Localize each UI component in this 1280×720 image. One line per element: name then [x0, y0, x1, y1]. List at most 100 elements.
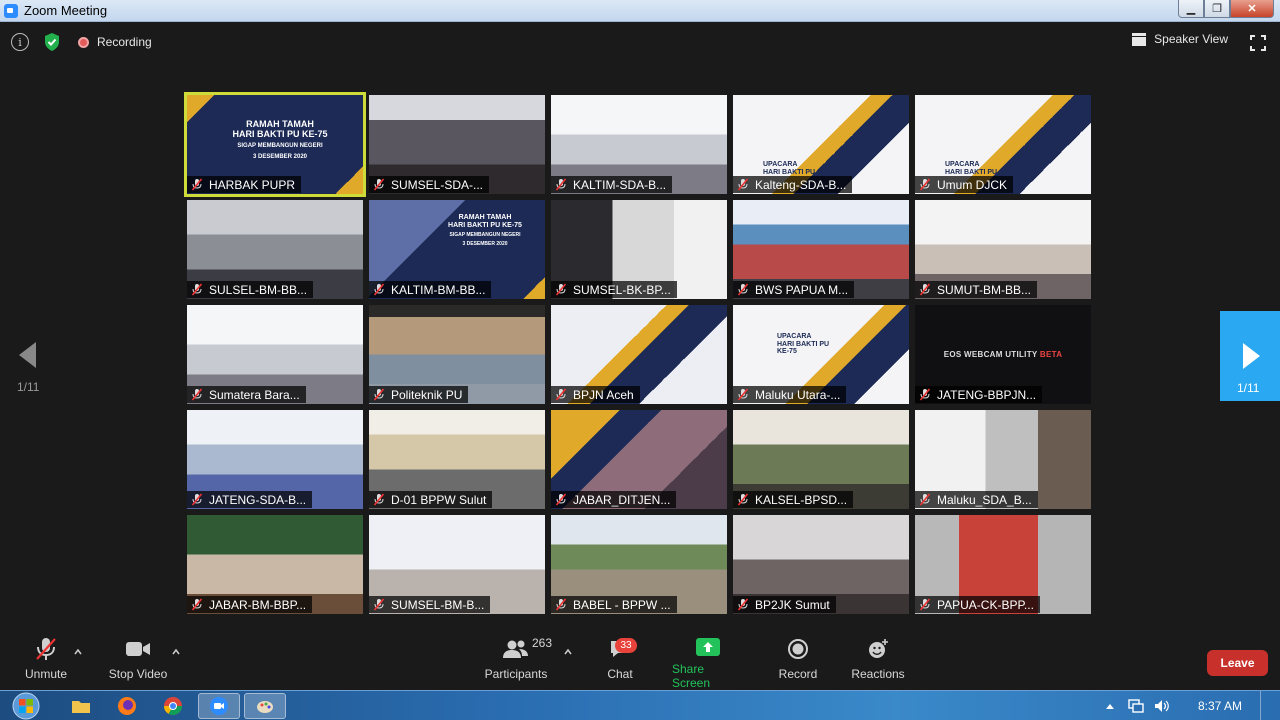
participant-name: SUMSEL-BM-B... — [391, 597, 485, 612]
participant-tile[interactable]: SUMSEL-SDA-... — [369, 95, 545, 194]
participant-tile[interactable]: BP2JK Sumut — [733, 515, 909, 614]
taskbar-firefox[interactable] — [106, 693, 148, 719]
record-button[interactable]: Record — [776, 634, 820, 690]
participant-mic-muted-icon — [555, 493, 567, 506]
participant-name: HARBAK PUPR — [209, 177, 296, 192]
volume-icon[interactable] — [1154, 699, 1170, 713]
participant-name: BWS PAPUA M... — [755, 282, 849, 297]
show-desktop-button[interactable] — [1260, 691, 1270, 720]
participant-tile[interactable]: BWS PAPUA M... — [733, 200, 909, 299]
record-icon — [788, 639, 808, 659]
participant-tile[interactable]: D-01 BPPW Sulut — [369, 410, 545, 509]
participant-tile[interactable]: JATENG-SDA-B... — [187, 410, 363, 509]
participant-name: KALSEL-BPSD... — [755, 492, 848, 507]
participants-options-chevron-up-icon[interactable] — [564, 648, 572, 656]
participant-name: BPJN Aceh — [573, 387, 634, 402]
meeting-toolbar: Unmute Stop Video 263 Participants 33 Ch… — [0, 634, 1280, 690]
share-screen-button[interactable]: Share Screen — [672, 634, 744, 690]
fullscreen-icon[interactable] — [1250, 35, 1266, 51]
participant-name-tag: Maluku Utara-... — [733, 386, 847, 403]
participant-name: Maluku Utara-... — [755, 387, 841, 402]
participant-mic-muted-icon — [919, 178, 931, 191]
participant-tile[interactable]: JABAR-BM-BBP... — [187, 515, 363, 614]
participant-name: PAPUA-CK-BPP... — [937, 597, 1034, 612]
taskbar-file-explorer[interactable] — [60, 693, 102, 719]
chat-unread-badge: 33 — [615, 638, 637, 653]
speaker-view-icon — [1132, 32, 1147, 46]
unmute-label: Unmute — [24, 667, 68, 681]
windows-start-button-icon[interactable] — [8, 691, 44, 720]
participants-button[interactable]: 263 Participants — [482, 634, 552, 690]
participant-tile[interactable]: SUMSEL-BK-BP... — [551, 200, 727, 299]
encryption-shield-icon[interactable] — [43, 32, 61, 52]
video-options-chevron-up-icon[interactable] — [172, 648, 180, 656]
chat-button[interactable]: 33 Chat — [600, 634, 640, 690]
participant-tile[interactable]: UPACARA HARI BAKTI PU Umum DJCK — [915, 95, 1091, 194]
participant-name-tag: JATENG-BBPJN... — [915, 386, 1043, 403]
participant-name: Maluku_SDA_B... — [937, 492, 1032, 507]
taskbar-zoom[interactable] — [198, 693, 240, 719]
next-page-button[interactable]: 1/11 — [1220, 311, 1280, 401]
participant-tile[interactable]: EOS WEBCAM UTILITY BETA JATENG-BBPJN... — [915, 305, 1091, 404]
audio-options-chevron-up-icon[interactable] — [74, 648, 82, 656]
participant-name: JABAR_DITJEN... — [573, 492, 671, 507]
close-button[interactable]: ✕ — [1230, 0, 1274, 18]
participant-name-tag: JABAR_DITJEN... — [551, 491, 677, 508]
firefox-icon — [118, 697, 136, 715]
participant-tile[interactable]: Maluku_SDA_B... — [915, 410, 1091, 509]
participant-name: SULSEL-BM-BB... — [209, 282, 308, 297]
taskbar-paint[interactable] — [244, 693, 286, 719]
window-title: Zoom Meeting — [24, 3, 108, 18]
participant-tile[interactable]: SUMUT-BM-BB... — [915, 200, 1091, 299]
participants-icon — [503, 640, 528, 658]
reactions-smiley-icon — [869, 639, 888, 658]
participant-mic-muted-icon — [919, 493, 931, 506]
participant-name-tag: PAPUA-CK-BPP... — [915, 596, 1040, 613]
participant-name-tag: SULSEL-BM-BB... — [187, 281, 314, 298]
maximize-button[interactable]: ❐ — [1204, 0, 1230, 18]
participant-name-tag: SUMSEL-SDA-... — [369, 176, 490, 193]
participant-mic-muted-icon — [737, 283, 749, 296]
page-indicator-left: 1/11 — [17, 380, 40, 394]
participant-name-tag: BP2JK Sumut — [733, 596, 836, 613]
participant-name-tag: SUMUT-BM-BB... — [915, 281, 1038, 298]
chat-label: Chat — [607, 667, 633, 681]
participant-tile[interactable]: PAPUA-CK-BPP... — [915, 515, 1091, 614]
participant-name-tag: Maluku_SDA_B... — [915, 491, 1038, 508]
tray-expand-icon[interactable] — [1105, 703, 1114, 709]
participant-tile[interactable]: KALTIM-SDA-B... — [551, 95, 727, 194]
participant-tile[interactable]: Politeknik PU — [369, 305, 545, 404]
participant-tile[interactable]: RAMAH TAMAH HARI BAKTI PU KE-75 SIGAP MEMB… — [369, 200, 545, 299]
participant-tile[interactable]: UPACARA HARI BAKTI PU KE-75 Maluku Utara-..… — [733, 305, 909, 404]
participant-name: JABAR-BM-BBP... — [209, 597, 307, 612]
chrome-icon — [164, 697, 182, 716]
previous-page-button[interactable]: 1/11 — [0, 310, 58, 400]
speaker-view-button[interactable]: Speaker View — [1132, 32, 1228, 46]
stop-video-button[interactable]: Stop Video — [106, 634, 170, 690]
unmute-button[interactable]: Unmute — [20, 634, 72, 690]
slide-text: RAMAH TAMAH HARI BAKTI PU KE-75 SIGAP MEMB… — [448, 214, 522, 247]
participant-tile[interactable]: BPJN Aceh — [551, 305, 727, 404]
participant-name: Sumatera Bara... — [209, 387, 300, 402]
participant-tile[interactable]: KALSEL-BPSD... — [733, 410, 909, 509]
slide-text: UPACARA HARI BAKTI PU KE-75 — [777, 333, 830, 356]
participant-tile[interactable]: JABAR_DITJEN... — [551, 410, 727, 509]
leave-button[interactable]: Leave — [1207, 650, 1268, 676]
participant-name-tag: SUMSEL-BK-BP... — [551, 281, 677, 298]
taskbar-chrome[interactable] — [152, 693, 194, 719]
participant-tile[interactable]: RAMAH TAMAH HARI BAKTI PU KE-75 SIGAP MEMB… — [184, 92, 366, 197]
participant-name-tag: KALTIM-BM-BB... — [369, 281, 492, 298]
participants-label: Participants — [484, 667, 548, 681]
reactions-button[interactable]: Reactions — [850, 634, 906, 690]
participant-tile[interactable]: SUMSEL-BM-B... — [369, 515, 545, 614]
meeting-info-icon[interactable]: i — [11, 33, 29, 51]
minimize-button[interactable]: ▁ — [1178, 0, 1204, 18]
participant-mic-muted-icon — [373, 178, 385, 191]
participant-tile[interactable]: UPACARA HARI BAKTI PU Kalteng-SDA-B... — [733, 95, 909, 194]
participant-tile[interactable]: Sumatera Bara... — [187, 305, 363, 404]
participant-tile[interactable]: BABEL - BPPW ... — [551, 515, 727, 614]
taskbar-clock[interactable]: 8:37 AM — [1198, 699, 1242, 713]
network-icon[interactable] — [1128, 699, 1144, 713]
participant-tile[interactable]: SULSEL-BM-BB... — [187, 200, 363, 299]
participant-name-tag: BWS PAPUA M... — [733, 281, 855, 298]
